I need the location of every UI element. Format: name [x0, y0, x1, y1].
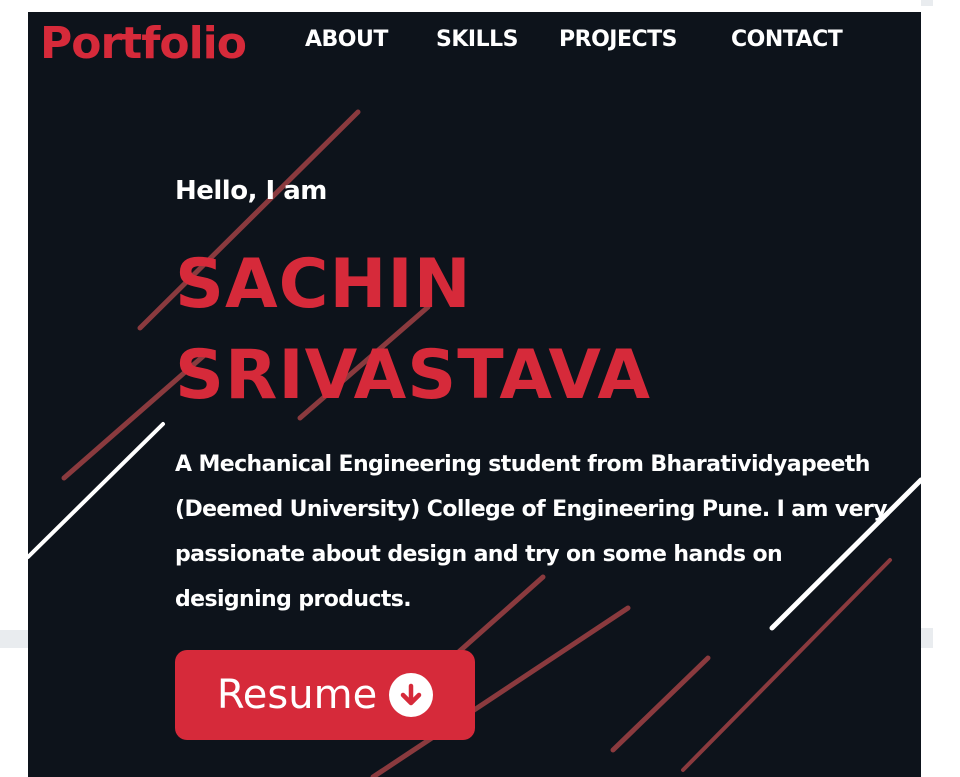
arrow-down-circle-icon [389, 673, 434, 717]
hero-greeting: Hello, I am [175, 176, 327, 206]
page-edge-shade [0, 630, 28, 648]
top-nav: Portfolio ABOUT SKILLS PROJECTS CONTACT [28, 12, 921, 76]
nav-link-projects[interactable]: PROJECTS [559, 26, 677, 54]
hero-name-last: SRIVASTAVA [175, 336, 652, 415]
nav-link-skills[interactable]: SKILLS [436, 26, 518, 54]
page-edge-shade [921, 0, 933, 6]
hero-name-first: SACHIN [175, 245, 472, 324]
resume-button-label: Resume [216, 672, 378, 718]
page-edge-shade [921, 628, 933, 648]
nav-link-contact[interactable]: CONTACT [731, 26, 843, 54]
brand-logo[interactable]: Portfolio [40, 14, 247, 74]
hero-section: Portfolio ABOUT SKILLS PROJECTS CONTACT … [28, 12, 921, 777]
nav-link-about[interactable]: ABOUT [305, 26, 388, 54]
hero-bio: A Mechanical Engineering student from Bh… [175, 452, 888, 612]
resume-button[interactable]: Resume [175, 650, 475, 740]
